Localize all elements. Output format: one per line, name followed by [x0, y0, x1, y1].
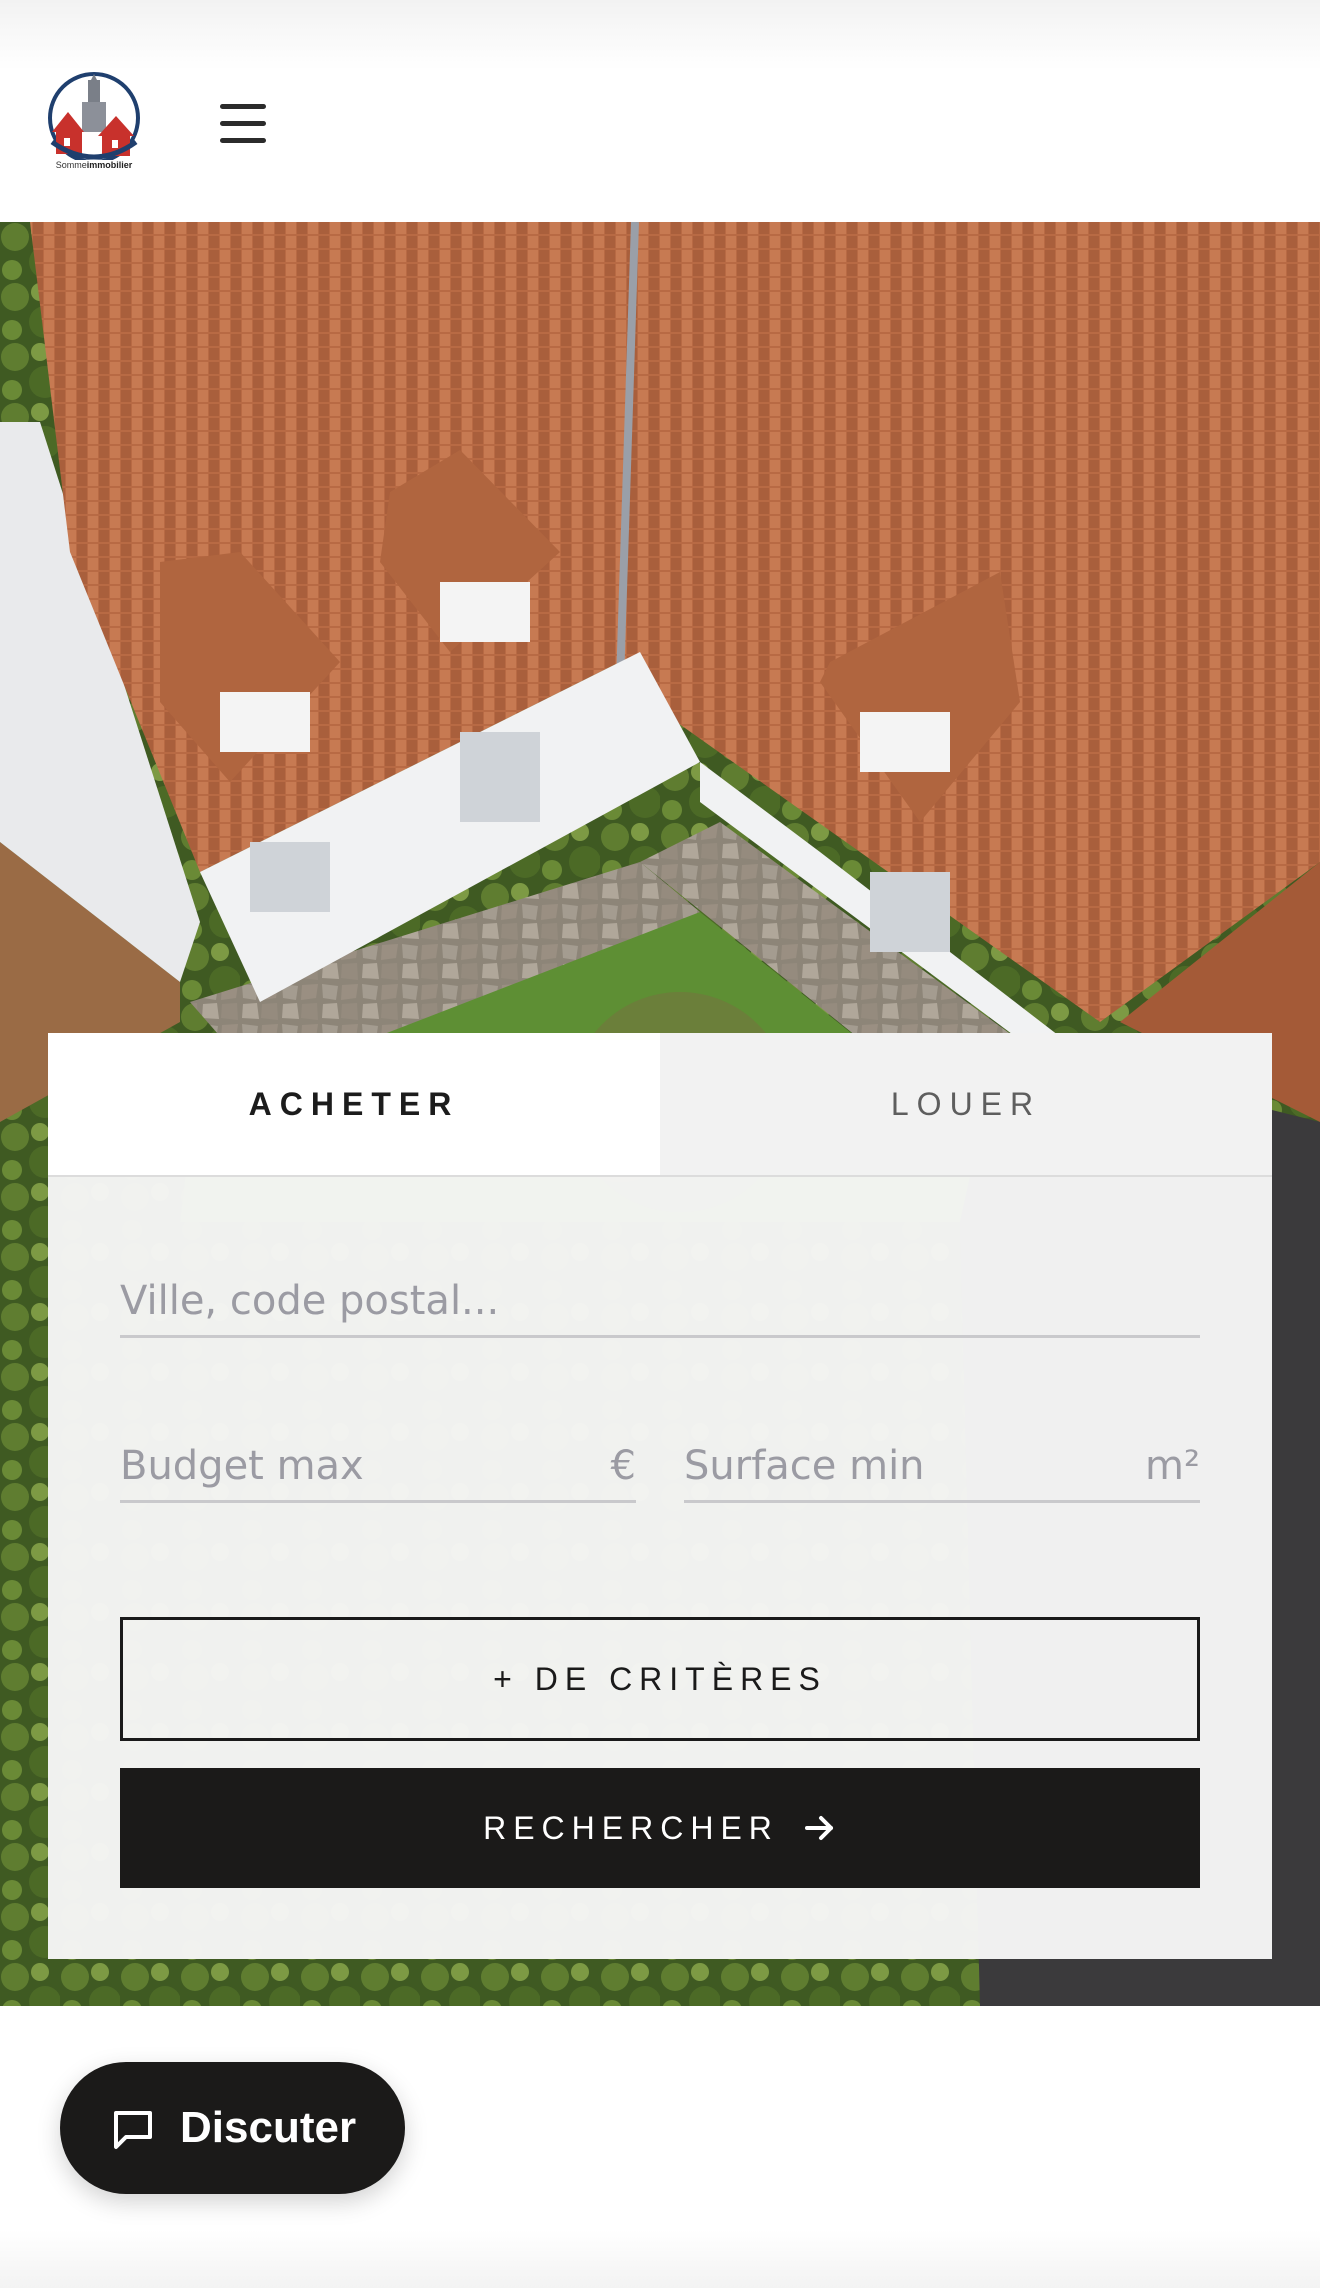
site-logo[interactable]: Sommeimmobilier — [44, 72, 144, 176]
surface-field: m² — [684, 1433, 1200, 1503]
tab-acheter[interactable]: ACHETER — [48, 1033, 660, 1175]
surface-unit: m² — [1145, 1443, 1200, 1489]
site-header: Sommeimmobilier — [0, 0, 1320, 222]
search-button[interactable]: RECHERCHER — [120, 1768, 1200, 1888]
more-criteria-label: + DE CRITÈRES — [493, 1660, 827, 1697]
hamburger-menu-icon[interactable] — [214, 100, 272, 148]
house-church-logo-icon — [48, 72, 140, 160]
search-card: ACHETER LOUER € m² + DE CRITÈRES RECHERC… — [48, 1033, 1272, 1959]
city-input[interactable] — [120, 1268, 1200, 1334]
budget-unit: € — [610, 1443, 636, 1489]
more-criteria-button[interactable]: + DE CRITÈRES — [120, 1617, 1200, 1741]
chat-bubble-icon — [114, 2111, 152, 2149]
chat-label: Discuter — [180, 2103, 357, 2152]
search-button-label: RECHERCHER — [483, 1809, 779, 1846]
surface-input[interactable] — [684, 1433, 1104, 1499]
budget-field: € — [120, 1433, 636, 1503]
bottom-fade — [0, 2230, 1320, 2288]
search-tabs: ACHETER LOUER — [48, 1033, 1272, 1177]
arrow-right-icon — [804, 1816, 833, 1840]
city-field — [120, 1268, 1200, 1338]
chat-button[interactable]: Discuter — [60, 2062, 405, 2194]
tab-louer[interactable]: LOUER — [660, 1033, 1272, 1175]
logo-text: Sommeimmobilier — [55, 160, 133, 170]
budget-input[interactable] — [120, 1433, 540, 1499]
